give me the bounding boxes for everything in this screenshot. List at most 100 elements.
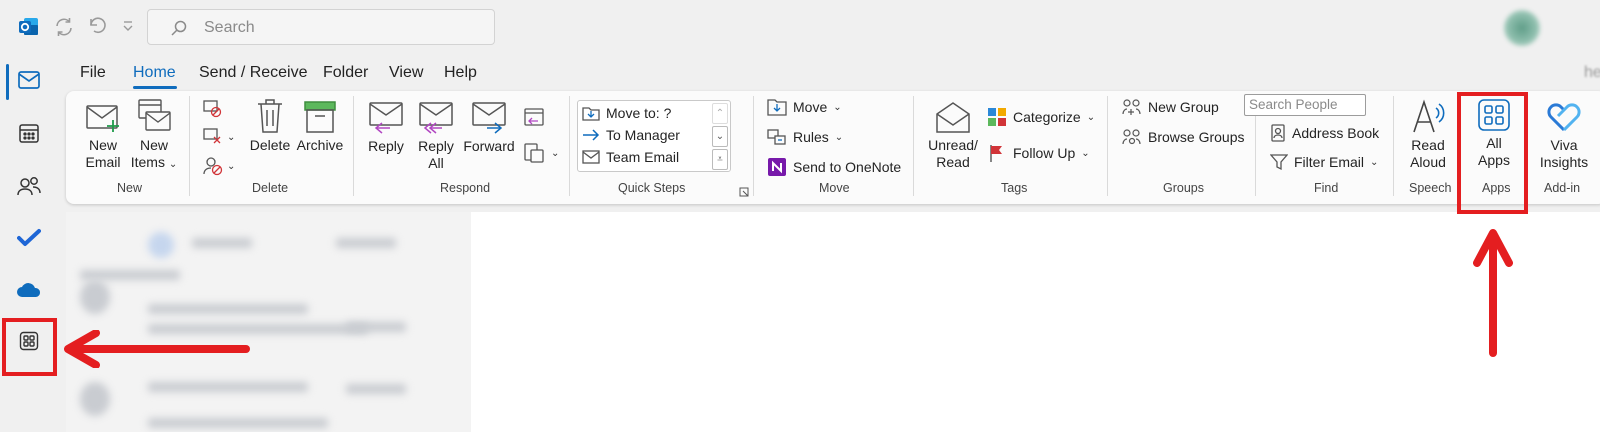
quick-steps-gallery[interactable]: Move to: ? To Manager Team Email ⌃ ⌄ ⩡ bbox=[577, 100, 731, 172]
open-envelope-icon bbox=[936, 102, 970, 133]
archive-box-icon bbox=[304, 101, 336, 133]
red-arrow-left-icon bbox=[64, 330, 250, 368]
calendar-icon bbox=[19, 124, 39, 143]
browse-groups-button[interactable]: Browse Groups bbox=[1122, 128, 1244, 146]
new-email-icon bbox=[86, 105, 119, 132]
new-items-button[interactable]: New Items ⌄ bbox=[130, 98, 178, 173]
read-aloud-button[interactable]: Read Aloud bbox=[1402, 98, 1454, 171]
filter-email-button[interactable]: Filter Email ⌄ bbox=[1270, 153, 1378, 171]
customize-quick-access-icon[interactable] bbox=[121, 19, 135, 33]
overflow-text: he bbox=[1584, 64, 1600, 81]
move-folder-icon bbox=[767, 99, 787, 116]
quick-steps-dialog-launcher-icon[interactable] bbox=[739, 187, 749, 197]
mail-icon bbox=[18, 71, 40, 89]
viva-insights-icon bbox=[1547, 103, 1581, 132]
delete-button[interactable]: Delete bbox=[247, 98, 293, 154]
tab-folder[interactable]: Folder bbox=[323, 64, 368, 82]
unread-read-button[interactable]: Unread/ Read bbox=[923, 100, 983, 171]
send-to-onenote-button[interactable]: Send to OneNote bbox=[767, 157, 901, 177]
quick-steps-scroll-down[interactable]: ⌄ bbox=[712, 126, 728, 147]
group-label-tags: Tags bbox=[1001, 181, 1028, 195]
viva-insights-button[interactable]: Viva Insights bbox=[1536, 98, 1592, 171]
rail-todo-button[interactable] bbox=[9, 220, 49, 256]
search-people-placeholder: Search People bbox=[1249, 97, 1338, 112]
undo-icon[interactable] bbox=[86, 15, 108, 37]
tab-home[interactable]: Home bbox=[133, 64, 176, 82]
team-email-icon bbox=[582, 150, 600, 164]
search-people-input[interactable]: Search People bbox=[1244, 94, 1366, 116]
junk-icon bbox=[203, 157, 223, 176]
quick-step-team-email[interactable]: Team Email bbox=[582, 149, 679, 165]
address-book-icon bbox=[1271, 124, 1285, 142]
quick-step-to-manager[interactable]: To Manager bbox=[582, 127, 680, 143]
arrow-right-icon bbox=[583, 129, 600, 141]
search-placeholder: Search bbox=[204, 19, 255, 36]
group-label-delete: Delete bbox=[252, 181, 289, 195]
meeting-reply-icon[interactable] bbox=[523, 106, 545, 128]
rail-mail-button[interactable] bbox=[9, 62, 49, 98]
trash-icon bbox=[258, 99, 282, 133]
move-to-folder-icon bbox=[582, 107, 600, 121]
blurred-text bbox=[148, 418, 328, 428]
group-separator bbox=[353, 96, 354, 196]
reply-all-button[interactable]: Reply All bbox=[416, 101, 456, 172]
forward-button[interactable]: Forward bbox=[462, 101, 516, 155]
more-respond-icon bbox=[524, 143, 544, 163]
blurred-text bbox=[80, 270, 180, 280]
blurred-text bbox=[336, 238, 396, 248]
todo-check-icon bbox=[17, 229, 41, 246]
onenote-icon bbox=[768, 158, 786, 176]
move-button[interactable]: Move ⌄ bbox=[767, 98, 842, 116]
more-respond-button[interactable]: ⌄ bbox=[523, 142, 559, 164]
tab-view[interactable]: View bbox=[389, 64, 423, 82]
group-separator bbox=[569, 96, 570, 196]
address-book-button[interactable]: Address Book bbox=[1270, 124, 1379, 142]
tab-send-receive[interactable]: Send / Receive bbox=[199, 64, 308, 82]
rail-onedrive-button[interactable] bbox=[9, 272, 49, 308]
quick-steps-expand[interactable]: ⩡ bbox=[712, 149, 728, 170]
blurred-text bbox=[148, 304, 308, 314]
outlook-logo-icon bbox=[18, 16, 40, 38]
reply-icon bbox=[369, 102, 403, 134]
red-arrow-up-icon bbox=[1473, 229, 1513, 357]
blurred-avatar bbox=[80, 280, 110, 314]
junk-button[interactable]: ⌄ bbox=[203, 156, 235, 176]
ignore-icon[interactable] bbox=[203, 100, 223, 118]
quick-step-move-to[interactable]: Move to: ? bbox=[582, 104, 671, 122]
forward-icon bbox=[472, 102, 506, 134]
group-label-move: Move bbox=[819, 181, 850, 195]
blurred-avatar bbox=[148, 232, 174, 258]
group-separator bbox=[1107, 96, 1108, 196]
cleanup-icon bbox=[203, 128, 221, 144]
categorize-icon bbox=[988, 108, 1006, 126]
categorize-button[interactable]: Categorize ⌄ bbox=[987, 107, 1095, 127]
reply-button[interactable]: Reply bbox=[366, 101, 406, 155]
quick-steps-scroll-up[interactable]: ⌃ bbox=[712, 103, 728, 124]
rail-people-button[interactable] bbox=[9, 168, 49, 204]
highlight-box-all-apps bbox=[1457, 92, 1528, 214]
browse-groups-icon bbox=[1122, 129, 1141, 145]
avatar[interactable] bbox=[1504, 10, 1540, 46]
rules-button[interactable]: Rules ⌄ bbox=[767, 128, 843, 146]
title-bar: Search bbox=[0, 0, 1600, 54]
group-label-find: Find bbox=[1314, 181, 1339, 195]
group-separator bbox=[189, 96, 190, 196]
sync-icon[interactable] bbox=[52, 15, 76, 39]
cleanup-button[interactable]: ⌄ bbox=[203, 128, 235, 146]
blurred-text bbox=[346, 322, 406, 332]
new-email-button[interactable]: New Email bbox=[80, 100, 126, 171]
follow-up-button[interactable]: Follow Up ⌄ bbox=[987, 143, 1090, 163]
tab-file[interactable]: File bbox=[80, 64, 106, 82]
search-input[interactable]: Search bbox=[147, 9, 495, 45]
rail-calendar-button[interactable] bbox=[9, 115, 49, 151]
highlight-box-rail-apps bbox=[2, 318, 57, 376]
tab-help[interactable]: Help bbox=[444, 64, 477, 82]
archive-button[interactable]: Archive bbox=[296, 100, 344, 154]
message-list[interactable] bbox=[66, 212, 471, 432]
people-icon bbox=[17, 177, 41, 196]
new-group-button[interactable]: New Group bbox=[1122, 98, 1219, 116]
reply-all-icon bbox=[419, 102, 453, 134]
rules-icon bbox=[767, 129, 786, 145]
group-separator bbox=[913, 96, 914, 196]
blurred-avatar bbox=[80, 382, 110, 416]
